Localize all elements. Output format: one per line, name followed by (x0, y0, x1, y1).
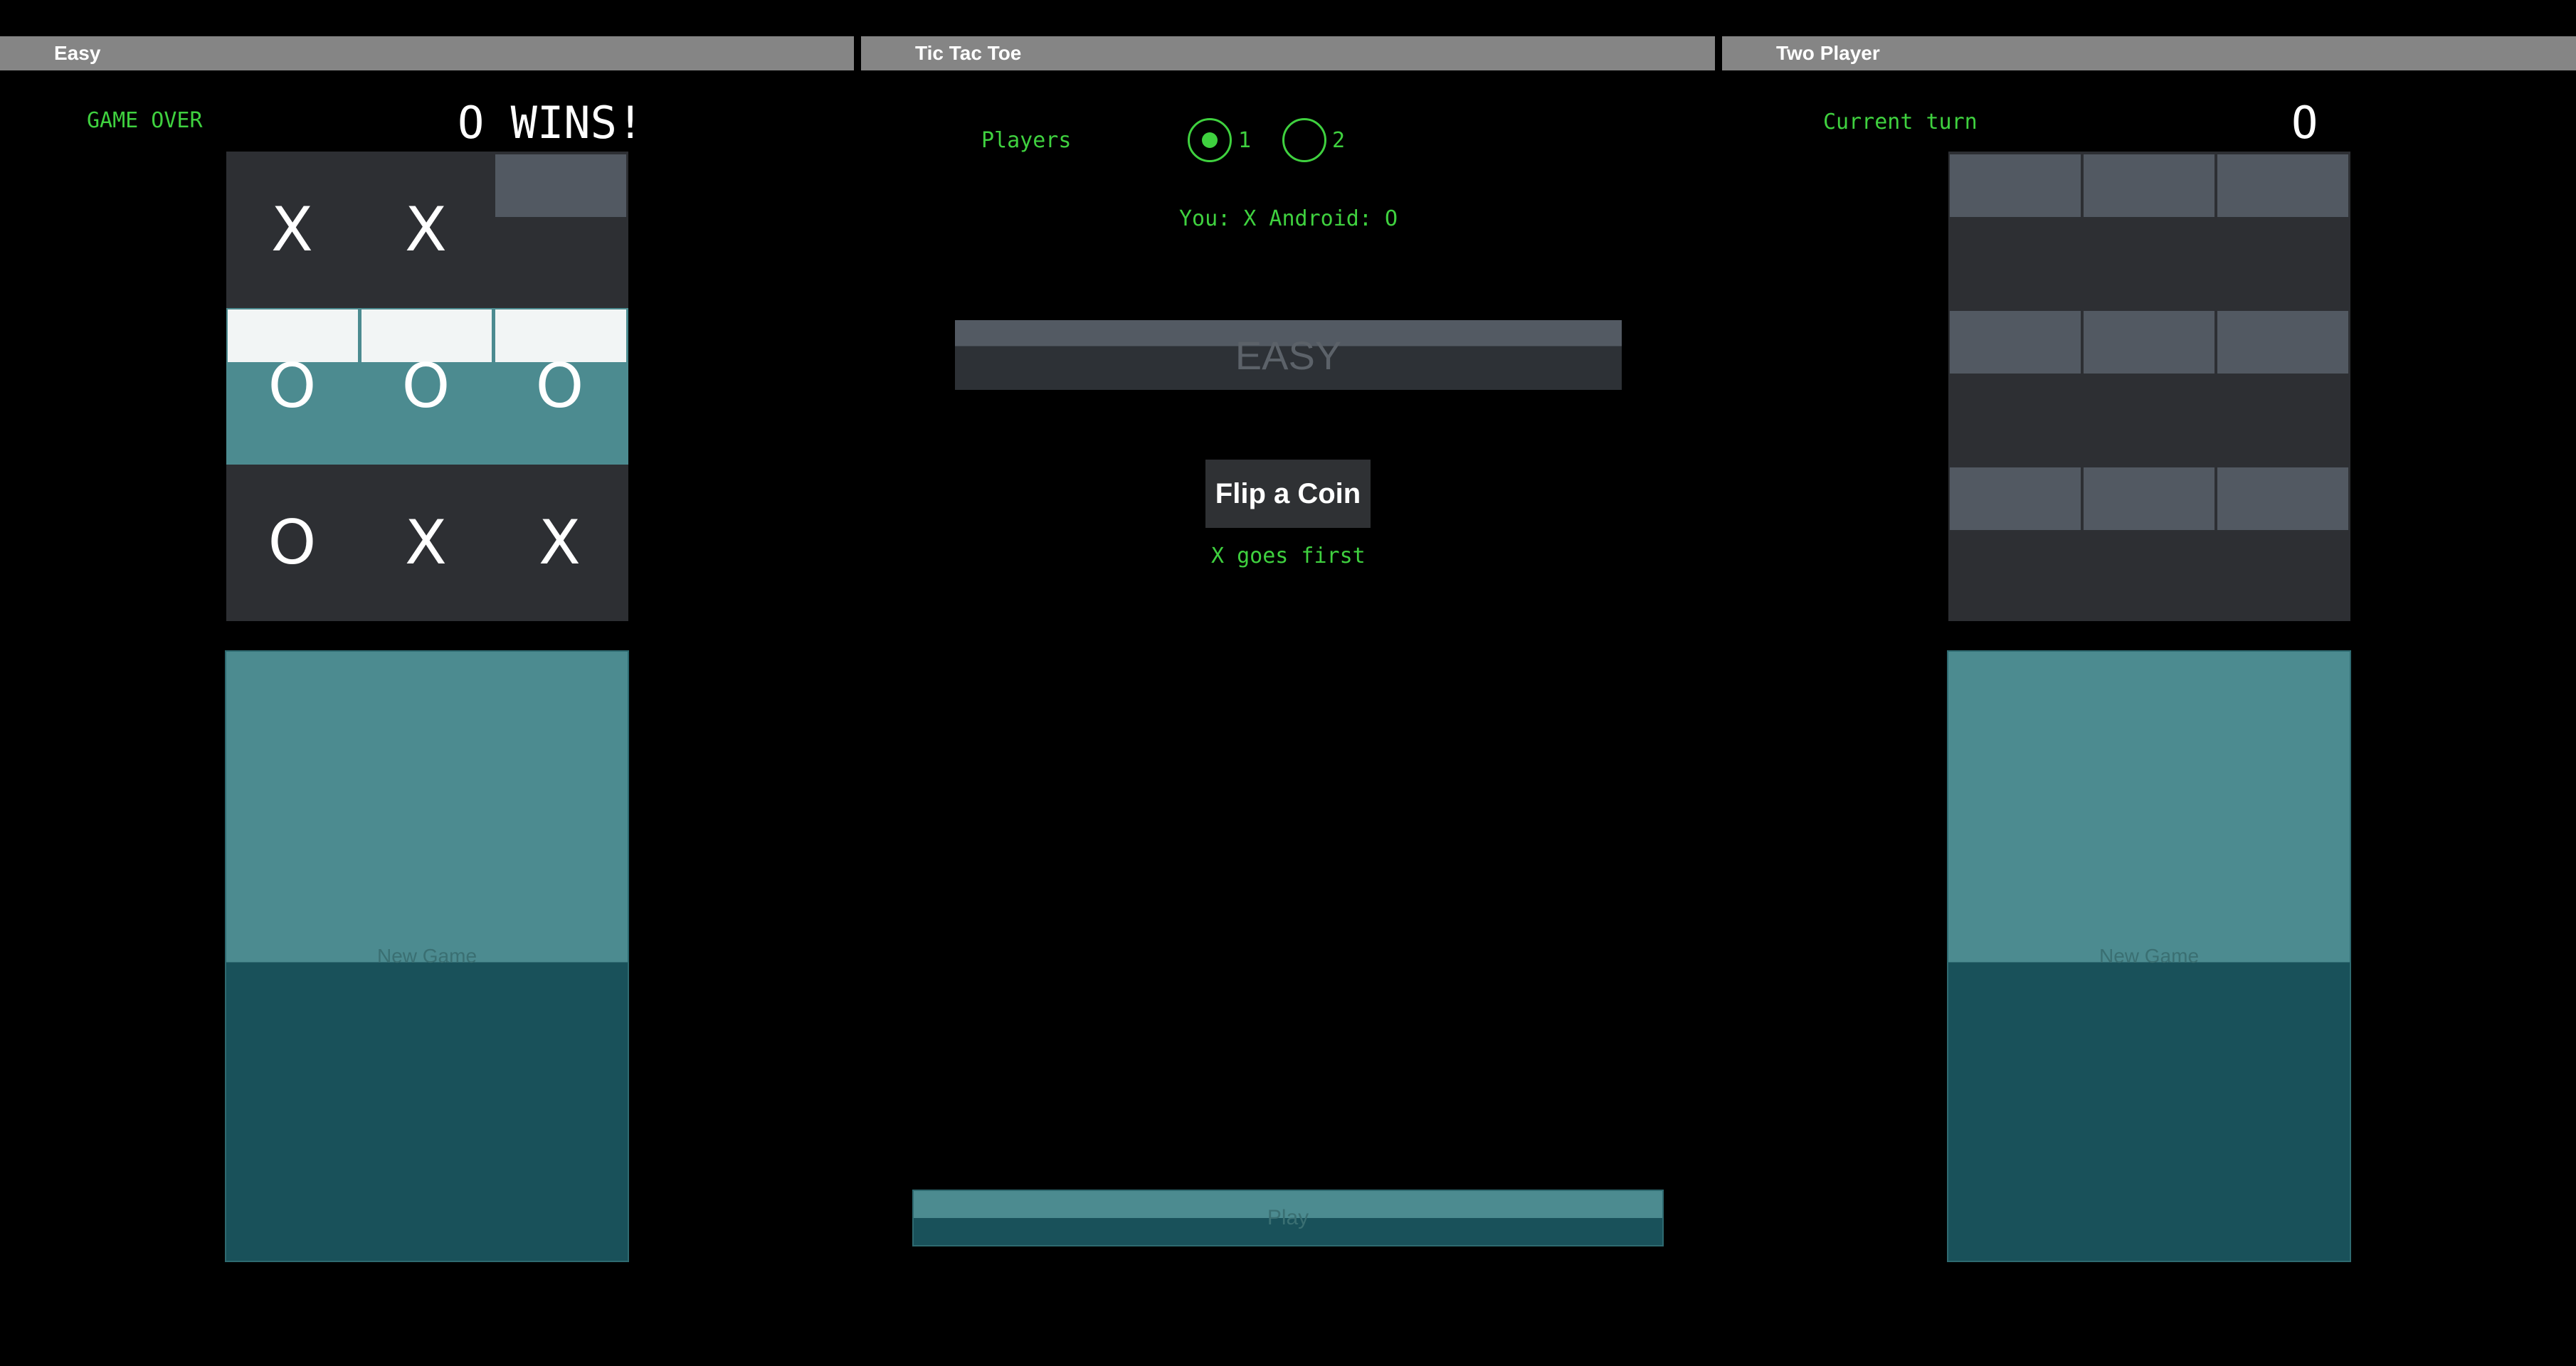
board-cell-1-2[interactable]: O (494, 308, 625, 465)
board-cell-1-0[interactable]: O (226, 308, 358, 465)
game-board: X X O O O O X X (226, 152, 628, 621)
game-status-label: GAME OVER (87, 108, 203, 133)
new-game-button[interactable]: New Game (1947, 650, 2351, 1262)
difficulty-selected: EASY (1235, 332, 1342, 378)
current-turn-value: O (2291, 97, 2318, 149)
board-cell-2-0[interactable]: O (226, 465, 358, 621)
play-label: Play (1267, 1206, 1309, 1229)
board-cell-0-2[interactable] (494, 152, 625, 308)
new-game-button[interactable]: New Game (225, 650, 629, 1262)
board-cell-0-2[interactable] (2216, 152, 2348, 308)
new-game-label: New Game (2099, 945, 2200, 967)
player-assignment-text: You: X Android: O (1179, 206, 1398, 231)
center-pane: Tic Tac Toe Players 1 2 You: X Android: … (861, 0, 1715, 1366)
player-radio-1-label: 1 (1238, 128, 1252, 153)
player-radio-2[interactable] (1282, 118, 1326, 162)
board-cell-2-0[interactable] (1948, 465, 2080, 621)
center-pane-title: Tic Tac Toe (861, 36, 1715, 70)
new-game-label: New Game (376, 945, 477, 967)
play-button[interactable]: Play (912, 1190, 1664, 1246)
current-turn-label: Current turn (1823, 110, 1978, 134)
game-status-value: O WINS! (458, 97, 644, 149)
board-cell-0-0[interactable]: X (226, 152, 358, 308)
coin-flip-result: X goes first (1211, 544, 1366, 568)
right-pane: Two Player Current turn O New Game (1722, 0, 2576, 1366)
left-pane: Easy GAME OVER O WINS! X X O O O O X X N… (0, 0, 854, 1366)
players-label: Players (981, 128, 1072, 153)
radio-selected-dot (1202, 132, 1218, 148)
board-cell-1-1[interactable] (2082, 308, 2214, 465)
board-cell-2-1[interactable]: X (360, 465, 492, 621)
flip-coin-button[interactable]: Flip a Coin (1205, 460, 1371, 528)
two-player-board (1948, 152, 2350, 621)
board-cell-1-1[interactable]: O (360, 308, 492, 465)
board-cell-1-2[interactable] (2216, 308, 2348, 465)
board-cell-0-0[interactable] (1948, 152, 2080, 308)
left-pane-title: Easy (0, 36, 854, 70)
board-cell-2-2[interactable]: X (494, 465, 625, 621)
right-pane-title: Two Player (1722, 36, 2576, 70)
difficulty-spinner[interactable]: EASY (955, 320, 1622, 390)
flip-coin-label: Flip a Coin (1215, 477, 1361, 509)
player-radio-2-label: 2 (1332, 128, 1346, 153)
board-cell-2-1[interactable] (2082, 465, 2214, 621)
board-cell-0-1[interactable] (2082, 152, 2214, 308)
board-cell-1-0[interactable] (1948, 308, 2080, 465)
player-radio-1[interactable] (1188, 118, 1232, 162)
board-cell-2-2[interactable] (2216, 465, 2348, 621)
board-cell-0-1[interactable]: X (360, 152, 492, 308)
